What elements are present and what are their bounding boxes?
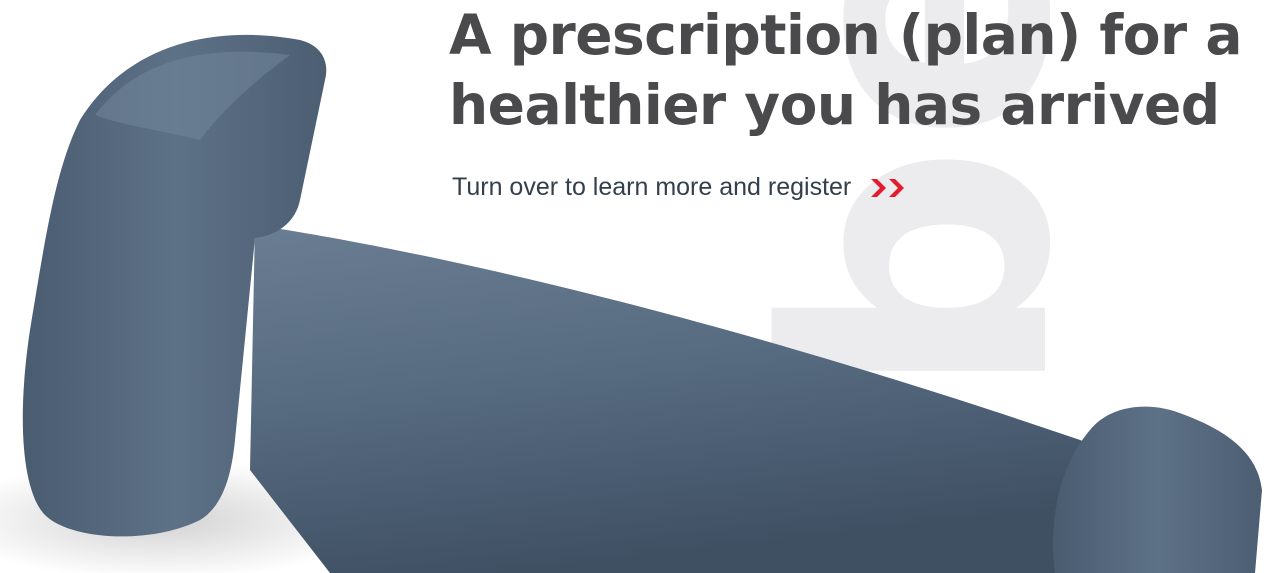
register-cta[interactable]: Turn over to learn more and register — [452, 173, 909, 202]
double-chevron-right-icon — [871, 178, 905, 197]
page-headline: A prescription (plan) for a healthier yo… — [449, 0, 1242, 140]
headline-line-1: A prescription (plan) for a — [449, 3, 1242, 67]
hero-banner: be A prescription (plan) for a healthier… — [0, 0, 1270, 573]
headline-line-2: healthier you has arrived — [449, 73, 1220, 137]
cta-label: Turn over to learn more and register — [452, 173, 852, 201]
